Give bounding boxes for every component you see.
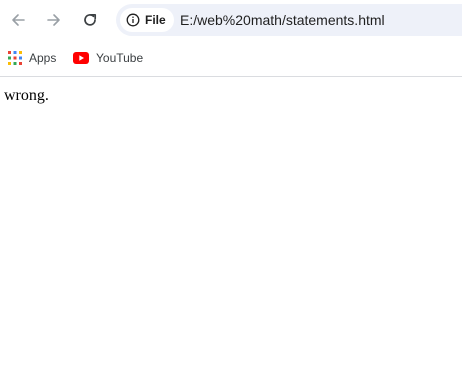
forward-button[interactable] [40,6,68,34]
arrow-left-icon [12,14,25,26]
youtube-icon [73,52,89,64]
site-info-label: File [145,13,166,27]
bookmark-youtube-label: YouTube [96,51,144,65]
reload-icon [84,13,97,26]
browser-toolbar: File E:/web%20math/statements.html [0,0,462,40]
address-bar[interactable]: File E:/web%20math/statements.html [116,4,462,36]
arrow-right-icon [47,14,60,26]
bookmark-apps[interactable]: Apps [8,49,56,67]
url-text[interactable]: E:/web%20math/statements.html [180,12,385,28]
apps-grid-icon [8,51,22,65]
back-button[interactable] [4,6,32,34]
page-body-text: wrong. [4,87,49,104]
reload-button[interactable] [76,6,104,34]
info-circle-icon [126,13,140,27]
page-content: wrong. [0,78,462,384]
bookmark-youtube[interactable]: YouTube [73,49,143,67]
bookmarks-bar: Apps YouTube [0,40,462,77]
bookmark-apps-label: Apps [29,51,57,65]
site-info-chip[interactable]: File [120,8,174,32]
